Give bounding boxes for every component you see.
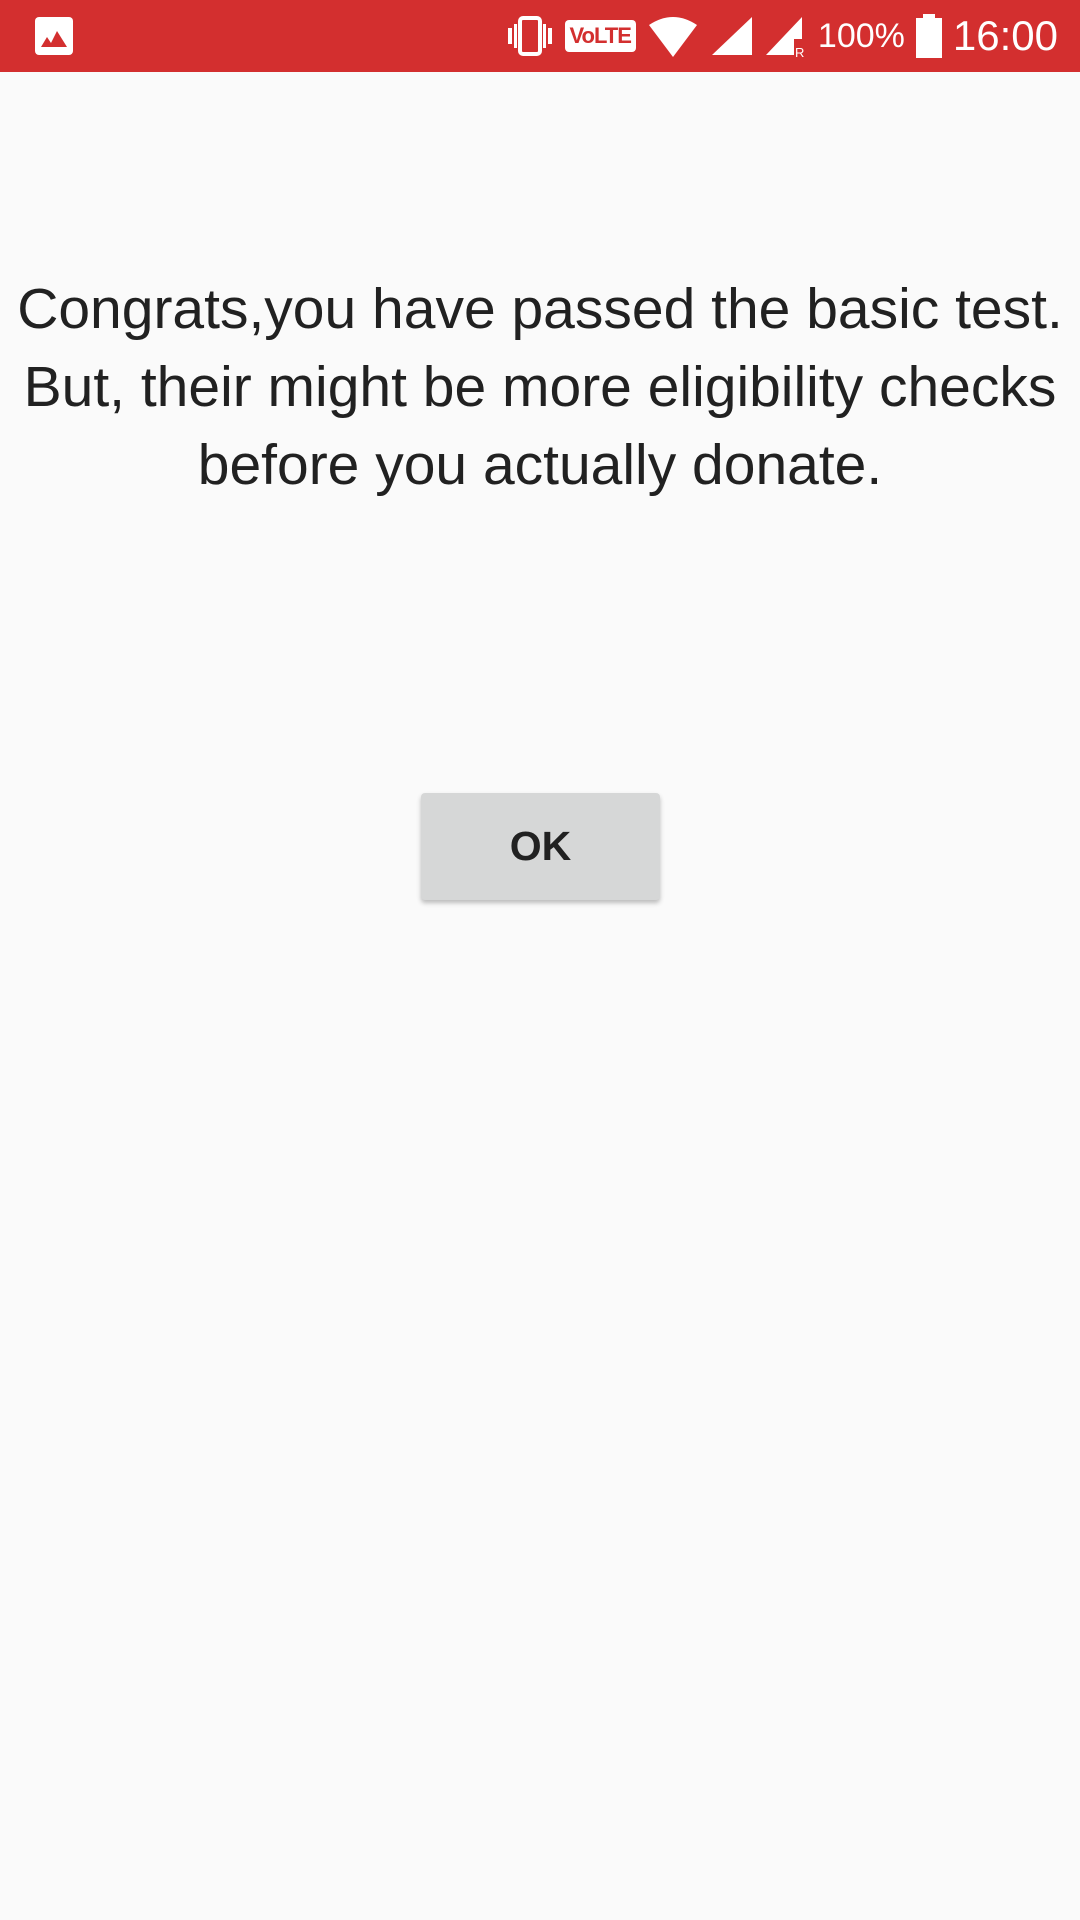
battery-icon	[915, 14, 942, 58]
clock: 16:00	[952, 12, 1058, 59]
signal-icon	[711, 17, 752, 55]
status-icons: VoLTE R 100% 16:00	[505, 0, 1058, 72]
signal-roaming-icon: R	[765, 17, 804, 57]
wifi-icon	[648, 17, 697, 57]
volte-icon: VoLTE	[564, 20, 636, 52]
ok-button[interactable]: OK	[421, 793, 660, 900]
battery-percent: 100%	[817, 16, 905, 55]
vibrate-icon	[507, 16, 552, 56]
gallery-notification-icon	[35, 0, 73, 72]
svg-text:R: R	[795, 45, 804, 57]
congrats-message: Congrats,you have passed the basic test.…	[17, 277, 1063, 497]
status-bar: VoLTE R 100% 16:00	[0, 0, 1080, 72]
